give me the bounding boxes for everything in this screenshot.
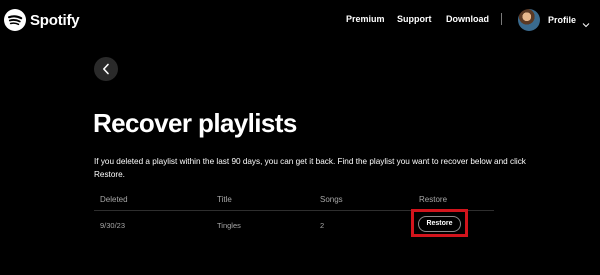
logo-text: Spotify <box>30 11 80 29</box>
restore-button[interactable]: Restore <box>418 216 461 232</box>
top-header: Spotify Premium Support Download Profile <box>0 0 600 40</box>
nav-divider <box>501 13 502 25</box>
spotify-logo-icon <box>4 9 26 31</box>
column-header-restore: Restore <box>419 195 448 204</box>
playlist-title-cell: Tingles <box>217 221 241 230</box>
profile-label: Profile <box>548 15 577 25</box>
song-count-cell: 2 <box>320 221 325 230</box>
page-description: If you deleted a playlist within the las… <box>94 157 526 179</box>
back-button[interactable] <box>94 57 118 81</box>
page-title: Recover playlists <box>93 108 297 138</box>
deleted-date-cell: 9/30/23 <box>100 221 126 230</box>
column-header-songs: Songs <box>320 195 343 204</box>
column-header-deleted: Deleted <box>100 195 128 204</box>
recover-playlists-page: Spotify Premium Support Download Profile… <box>0 0 600 275</box>
nav-download-link[interactable]: Download <box>446 14 489 24</box>
chevron-down-icon <box>582 16 590 28</box>
profile-menu[interactable]: Profile <box>518 8 590 32</box>
nav-premium-link[interactable]: Premium <box>346 14 385 24</box>
column-header-title: Title <box>217 195 232 204</box>
avatar <box>518 9 540 31</box>
spotify-logo[interactable]: Spotify <box>4 9 80 31</box>
nav-support-link[interactable]: Support <box>397 14 432 24</box>
